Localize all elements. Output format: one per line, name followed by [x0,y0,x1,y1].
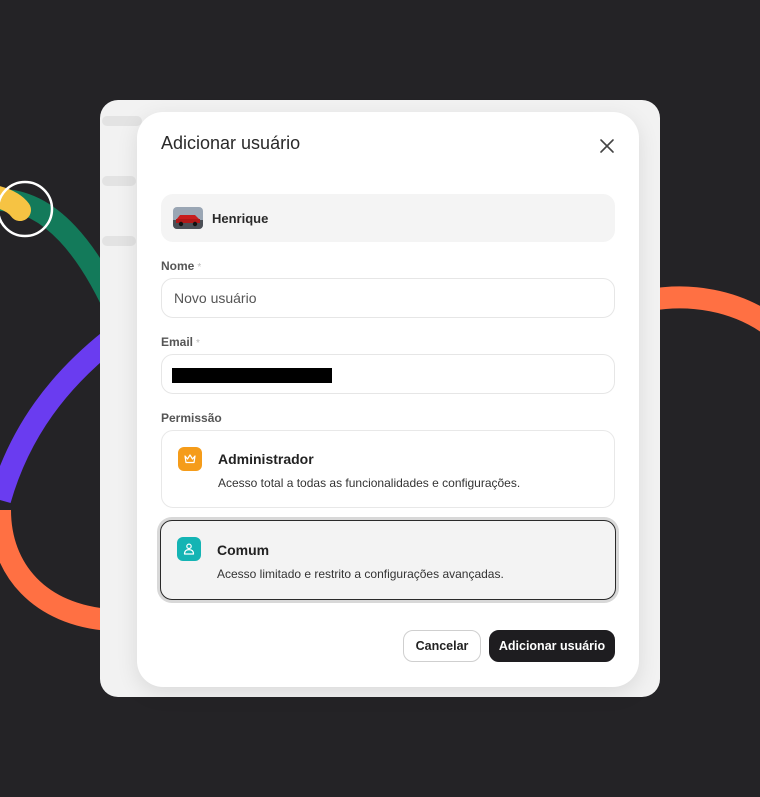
common-description: Acesso limitado e restrito a configuraçõ… [217,567,504,581]
dialog-title: Adicionar usuário [161,133,301,153]
name-input[interactable] [161,278,615,318]
permission-option-common[interactable]: Comum Acesso limitado e restrito a confi… [160,520,616,600]
close-button[interactable] [595,134,619,158]
decor-purple-curve [0,331,117,504]
permission-label: Permissão [161,411,222,425]
ghost-line [102,116,142,126]
avatar [173,207,203,229]
email-label-text: Email [161,335,194,349]
email-field-label: Email * [161,335,200,349]
common-title: Comum [217,542,270,558]
admin-title: Administrador [218,451,314,467]
permission-option-admin[interactable]: Administrador Acesso total a todas as fu… [161,430,615,508]
ghost-line [102,236,136,246]
cancel-button[interactable]: Cancelar [403,630,481,662]
add-user-button[interactable]: Adicionar usuário [489,630,615,662]
name-field-label: Nome * [161,259,201,273]
required-mark: * [197,262,202,273]
selected-user-chip: Henrique [161,194,615,242]
required-mark: * [196,338,200,349]
user-icon [177,537,201,561]
name-label-text: Nome [161,259,195,273]
add-user-dialog: Adicionar usuário Henrique Nome* Email* … [137,112,639,687]
ghost-line [102,176,136,186]
redacted-email [172,368,332,383]
user-name: Henrique [212,210,269,226]
crown-icon [178,447,202,471]
decor-orange-curve-right [648,286,760,332]
decor-orange-curve-left [0,509,112,631]
close-icon [600,139,614,153]
admin-description: Acesso total a todas as funcionalidades … [218,476,521,490]
decor-yellow-curve [0,186,31,221]
